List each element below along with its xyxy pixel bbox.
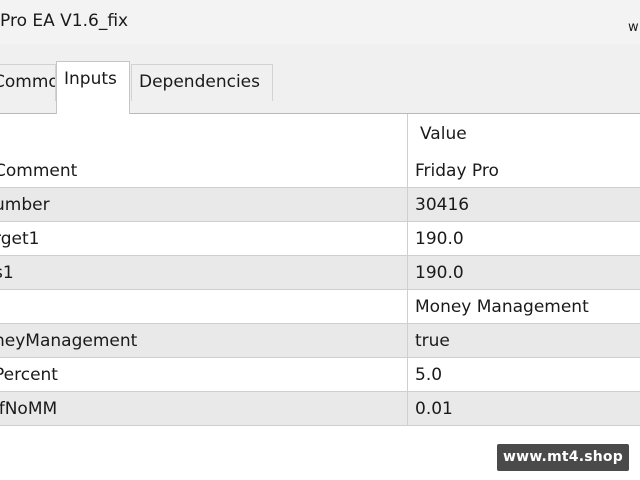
param-name-text: umber: [0, 194, 50, 215]
param-name: s1: [0, 256, 408, 289]
param-value[interactable]: true: [415, 324, 640, 357]
param-name: [0, 290, 408, 323]
tab-strip: Common Inputs Dependencies: [0, 44, 640, 114]
param-name-text: s1: [0, 262, 14, 283]
param-name-text: Comment: [0, 160, 78, 181]
param-name: Percent: [0, 358, 408, 391]
table-row[interactable]: umber 30416: [0, 188, 640, 222]
param-value[interactable]: Money Management: [415, 290, 640, 323]
header-value-label: Value: [420, 124, 467, 144]
table-header-row: Value: [0, 114, 640, 154]
param-value[interactable]: Friday Pro: [415, 154, 640, 187]
window-title: Pro EA V1.6_fix: [0, 11, 129, 31]
table-row[interactable]: Percent 5.0: [0, 358, 640, 392]
tab-dependencies[interactable]: Dependencies: [131, 64, 273, 101]
table-row[interactable]: neyManagement true: [0, 324, 640, 358]
inputs-grid: Value Comment Friday Pro umber 30416 rge…: [0, 114, 640, 426]
title-bar: Pro EA V1.6_fix w: [0, 0, 640, 44]
param-name-text: neyManagement: [0, 330, 138, 351]
header-name-cell: [0, 114, 408, 154]
tab-inputs[interactable]: Inputs: [56, 61, 130, 114]
param-value[interactable]: 190.0: [415, 256, 640, 289]
param-name: rget1: [0, 222, 408, 255]
watermark-badge: www.mt4.shop: [497, 444, 629, 471]
tab-common[interactable]: Common: [0, 64, 56, 101]
table-row[interactable]: rget1 190.0: [0, 222, 640, 256]
param-name: neyManagement: [0, 324, 408, 357]
param-name: Comment: [0, 154, 408, 187]
window-title-extra: w: [628, 20, 639, 35]
param-value[interactable]: 5.0: [415, 358, 640, 391]
param-value[interactable]: 30416: [415, 188, 640, 221]
param-name: lfNoMM: [0, 392, 408, 425]
param-name-text: rget1: [0, 228, 40, 249]
param-name-text: Percent: [0, 364, 58, 385]
param-name: umber: [0, 188, 408, 221]
table-row[interactable]: Comment Friday Pro: [0, 154, 640, 188]
param-value[interactable]: 0.01: [415, 392, 640, 425]
table-row[interactable]: lfNoMM 0.01: [0, 392, 640, 426]
table-row[interactable]: Money Management: [0, 290, 640, 324]
param-value[interactable]: 190.0: [415, 222, 640, 255]
param-name-text: lfNoMM: [0, 398, 58, 419]
table-row[interactable]: s1 190.0: [0, 256, 640, 290]
